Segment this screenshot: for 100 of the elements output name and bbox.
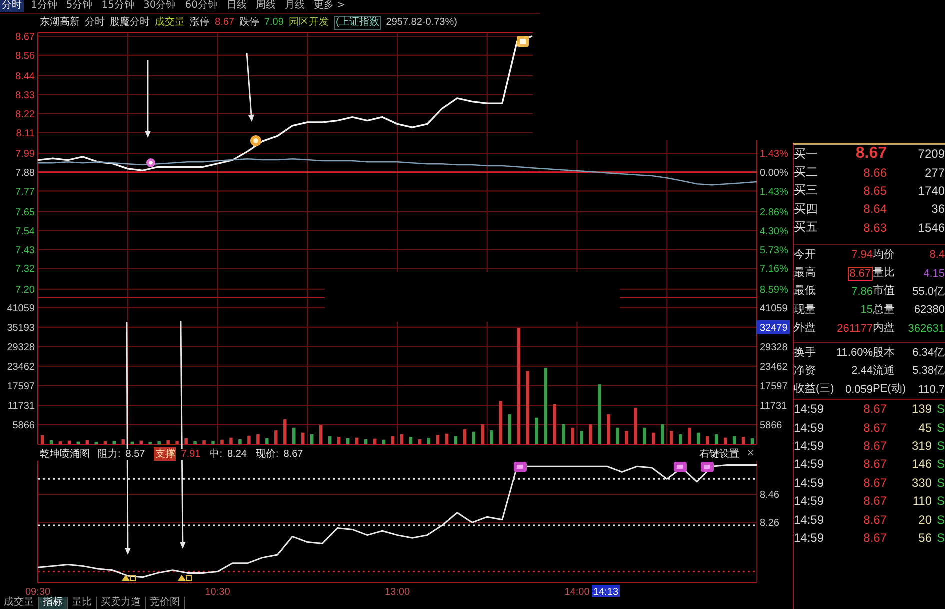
volume-bar [742, 437, 746, 444]
marker-icon [122, 575, 136, 582]
period-tab[interactable]: 月线 [282, 0, 307, 12]
panel-tab[interactable]: 竞价图 [146, 597, 185, 609]
volume-bar [328, 436, 332, 444]
volume-axis-label: 5866 [760, 420, 782, 432]
volume-bar [409, 437, 413, 444]
time-axis-label: 10:30 [205, 587, 230, 597]
marker-icon [146, 158, 156, 168]
volume-bar [382, 440, 386, 444]
stat-label: 流通 [873, 364, 896, 378]
period-tab[interactable]: 30分钟 [141, 0, 178, 12]
header-label: 分时 [85, 17, 105, 29]
volume-bar [94, 442, 98, 444]
volume-bar [104, 442, 108, 444]
sector-tag: 园区开发 [288, 17, 329, 29]
indicator-axis-label: 8.26 [760, 518, 780, 530]
trade-side: S [936, 531, 945, 545]
trade-price: 8.67 [864, 512, 887, 527]
arrow [246, 52, 254, 122]
bid-label: 买四 [794, 200, 819, 218]
period-tab[interactable]: 分时 [0, 0, 24, 12]
volume-axis-label: 11731 [760, 400, 788, 412]
volume-bar [248, 436, 251, 444]
price-axis-label: 7.43 [16, 245, 35, 256]
bid-volume: 1740 [918, 184, 945, 198]
stat-label: 现量 [794, 302, 817, 317]
limit-up-price: 8.67 [215, 17, 234, 29]
percent-axis-label: 2.86% [760, 207, 788, 218]
limit-down-price: 7.09 [264, 17, 284, 29]
header-label: 2957.82-0.73%) [386, 17, 458, 29]
percent-axis-label: 1.43% [760, 186, 788, 198]
trade-price: 8.67 [864, 531, 887, 545]
stat-value: 5.38亿 [912, 365, 945, 378]
header-label: 股魔分时 [110, 17, 150, 29]
volume-bar [445, 434, 449, 444]
stat-label: PE(动) [873, 382, 907, 396]
period-tab[interactable]: 周线 [254, 0, 278, 12]
bid-label: 买五 [794, 219, 819, 236]
trade-price: 8.67 [864, 494, 887, 508]
stat-value: 62380 [914, 304, 945, 316]
stat-value: 15 [860, 304, 873, 316]
stat-value: 4.15 [924, 268, 945, 280]
time-axis-label: 09:30 [25, 587, 51, 597]
trade-side: S [936, 457, 945, 472]
price-axis-label: 7.32 [16, 264, 35, 276]
volume-bar [454, 436, 458, 444]
stat-value: 110.7 [918, 384, 945, 396]
volume-bar [337, 437, 341, 444]
volume-bar [670, 431, 674, 444]
bid-label: 买三 [794, 182, 819, 200]
volume-bar [274, 430, 278, 444]
legend-label: 中: [210, 447, 222, 461]
bid-price: 8.63 [864, 220, 887, 235]
percent-axis-label: 7.16% [760, 264, 788, 276]
price-axis-label: 7.54 [16, 226, 35, 238]
volume-bar [391, 436, 395, 444]
percent-axis-label: 4.30% [760, 226, 788, 238]
volume-bar [571, 428, 574, 444]
trade-price: 8.67 [864, 476, 887, 490]
indicator-axis-label: 8.46 [760, 490, 780, 502]
panel-tab[interactable]: 买卖力道 [97, 597, 146, 609]
volume-bar [607, 414, 610, 444]
price-axis-label: 8.11 [16, 128, 35, 140]
volume-bar [535, 418, 538, 444]
stat-label: 股本 [873, 346, 896, 360]
volume-bar [256, 434, 260, 444]
price-axis-label: 7.20 [16, 284, 35, 296]
period-tab[interactable]: 60分钟 [183, 0, 220, 12]
trade-time: 14:59 [794, 531, 826, 545]
price-axis-label: 8.22 [16, 109, 35, 120]
legend-value: 8.24 [228, 448, 247, 460]
trade-price: 8.67 [864, 439, 887, 454]
volume-bar [508, 414, 512, 444]
volume-bar [310, 434, 314, 444]
time-axis-label: 13:00 [384, 587, 410, 597]
index-tag: (上证指数 [334, 16, 382, 30]
period-tab[interactable]: 15分钟 [100, 0, 136, 12]
trade-volume: 139 [912, 402, 932, 416]
volume-bar [706, 436, 710, 444]
volume-bar [688, 428, 692, 444]
bid-label: 买二 [794, 164, 819, 182]
volume-bar [598, 384, 602, 444]
period-tab[interactable]: 5分钟 [64, 0, 95, 12]
volume-bar [750, 438, 754, 444]
period-tab[interactable]: 1分钟 [29, 0, 60, 12]
volume-bar [184, 438, 188, 444]
period-tab[interactable]: 更多 > [312, 0, 348, 12]
stat-value: 55.0亿 [912, 286, 945, 298]
volume-bar [714, 434, 718, 444]
trade-price: 8.67 [864, 457, 887, 472]
volume-bar [230, 438, 233, 444]
volume-bar [472, 432, 476, 444]
period-tab[interactable]: 日线 [224, 0, 249, 12]
stat-value: 6.34亿 [912, 347, 945, 360]
volume-bar [580, 431, 584, 444]
marker-icon [517, 36, 529, 47]
panel-tab[interactable]: 量比 [68, 597, 97, 609]
panel-tab[interactable]: 指标 [39, 597, 68, 609]
volume-axis-label: 35193 [7, 322, 35, 334]
